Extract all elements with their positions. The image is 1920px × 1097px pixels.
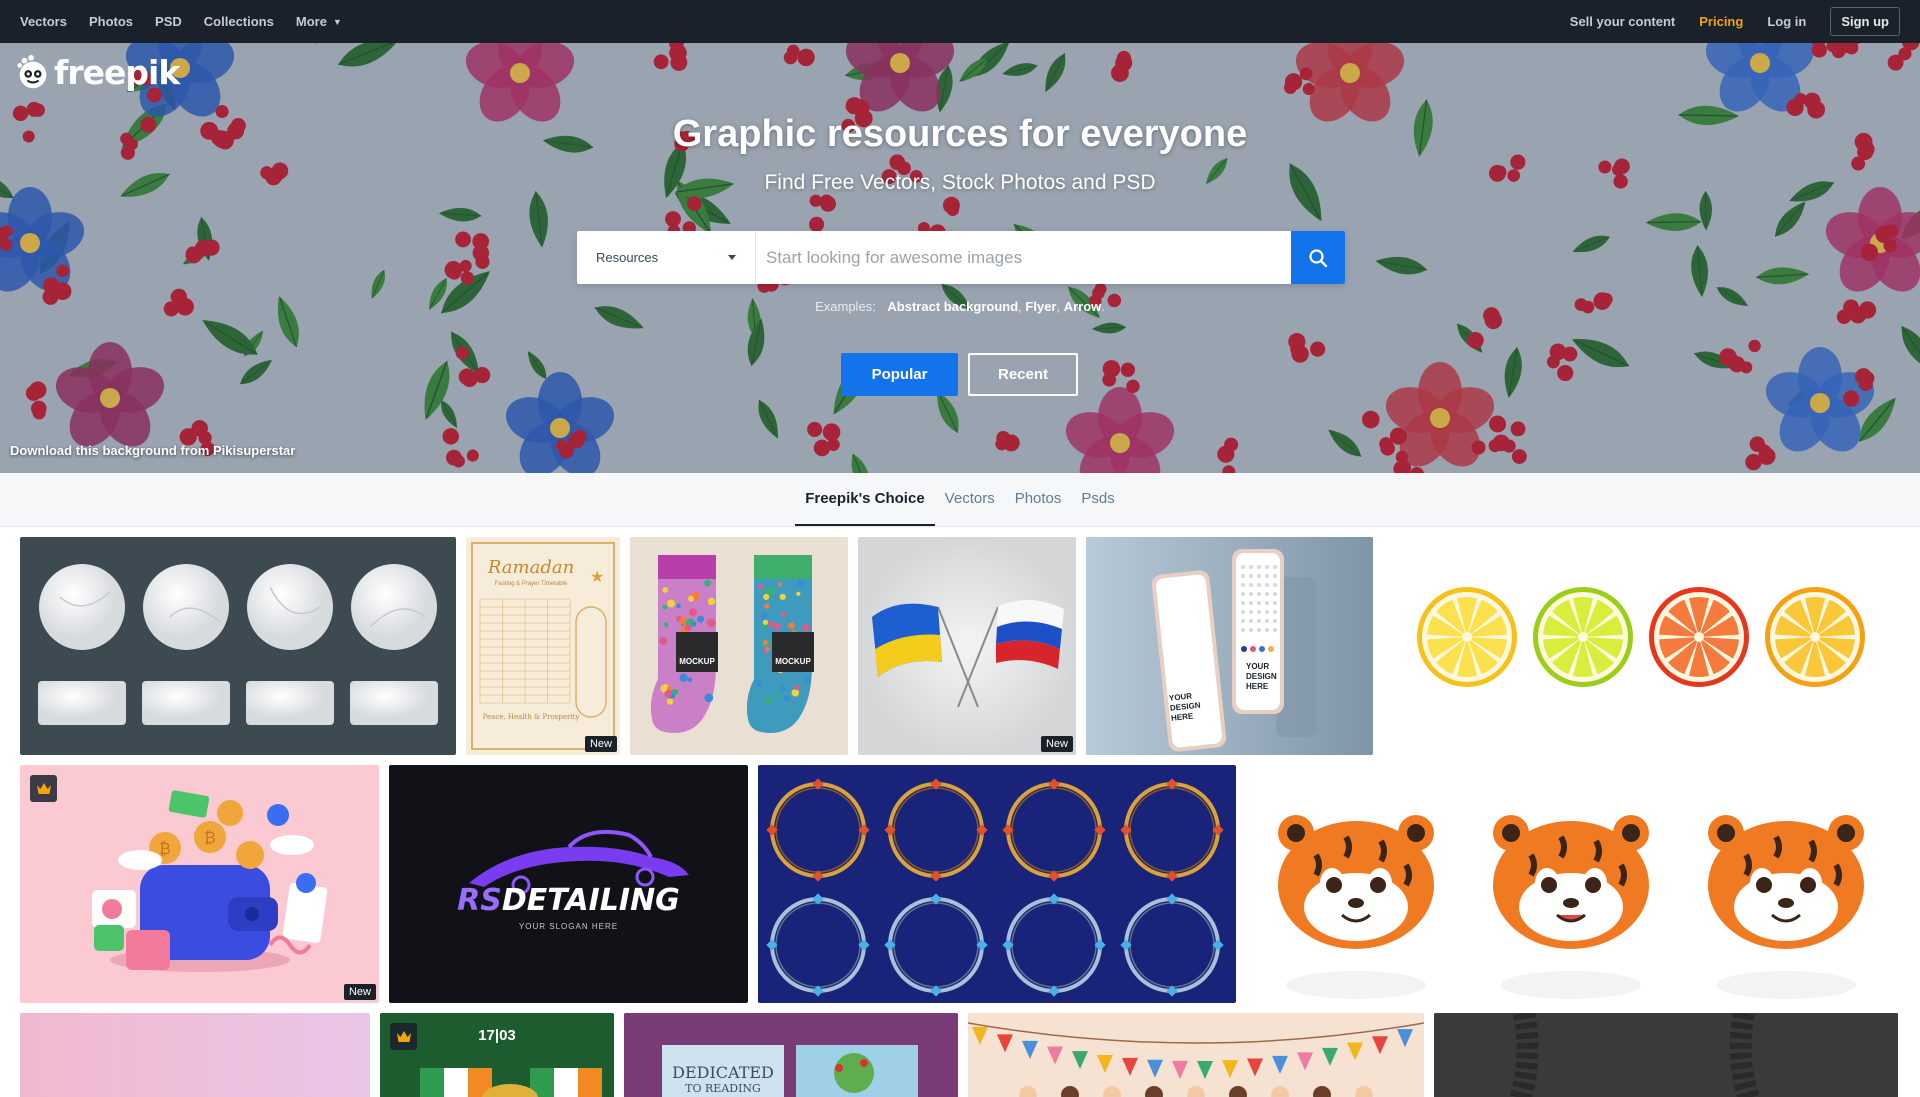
search-examples: Examples: Abstract background, Flyer, Ar…: [815, 299, 1105, 314]
sell-content-link[interactable]: Sell your content: [1570, 14, 1675, 29]
resource-tile-flags[interactable]: New: [858, 537, 1076, 755]
resource-tile-ramadan[interactable]: ★ Ramadan Fasting & Prayer Timetable Pea…: [466, 537, 620, 755]
nav-psd[interactable]: PSD: [155, 14, 182, 29]
chevron-down-icon: ▼: [332, 16, 342, 27]
resource-tile-stickers[interactable]: [20, 537, 456, 755]
example-link[interactable]: Flyer: [1025, 299, 1056, 314]
tab-freepiks-choice[interactable]: Freepik's Choice: [795, 473, 935, 526]
example-link[interactable]: Abstract background: [887, 299, 1018, 314]
socks-mockup-image: [650, 555, 814, 733]
resource-tile-phones[interactable]: YOUR DESIGN HERE YOUR DESIGN HERE: [1086, 537, 1373, 755]
search-button[interactable]: [1291, 231, 1345, 284]
resource-tile-tigers[interactable]: [1246, 765, 1898, 1003]
nav-left: Vectors Photos PSD Collections More ▼: [20, 14, 364, 29]
resource-tile-citrus[interactable]: [1383, 537, 1898, 755]
rs-logo-part1: RS: [457, 883, 502, 918]
new-badge: New: [584, 736, 617, 752]
tab-photos[interactable]: Photos: [1005, 473, 1072, 526]
sock-label-right: MOCKUP: [775, 657, 811, 666]
sock-label-left: MOCKUP: [679, 657, 715, 666]
hero-section: freepik Graphic resources for everyone F…: [0, 43, 1920, 473]
nav-more[interactable]: More ▼: [296, 14, 342, 29]
resource-tile-party[interactable]: [968, 1013, 1424, 1097]
freepik-logo[interactable]: freepik: [14, 53, 180, 92]
3d-wallet-crypto-image: ₿ ₿: [92, 790, 328, 972]
dropdown-caret-icon: [728, 255, 736, 260]
new-badge: New: [1040, 736, 1073, 752]
resource-tile-tire-tracks[interactable]: [1434, 1013, 1898, 1097]
cartoon-tigers-image: [1278, 815, 1864, 999]
popular-button[interactable]: Popular: [841, 353, 958, 396]
top-navigation: Vectors Photos PSD Collections More ▼ Sel…: [0, 0, 1920, 43]
book-title: DEDICATED: [672, 1063, 774, 1082]
background-credit: Download this background from Pikisupers…: [10, 443, 295, 458]
nav-collections[interactable]: Collections: [204, 14, 274, 29]
search-bar: Resources: [577, 231, 1345, 284]
ukraine-russia-flags-image: [858, 537, 1076, 755]
nav-vectors[interactable]: Vectors: [20, 14, 67, 29]
hero-subtitle: Find Free Vectors, Stock Photos and PSD: [764, 171, 1156, 194]
resource-tile-st-patricks[interactable]: 17|03: [380, 1013, 614, 1097]
rs-slogan: YOUR SLOGAN HERE: [518, 922, 619, 931]
ramadan-subtitle: Fasting & Prayer Timetable: [494, 581, 568, 587]
credit-author-link[interactable]: Pikisuperstar: [213, 443, 295, 458]
nav-photos[interactable]: Photos: [89, 14, 133, 29]
resource-tile-socks[interactable]: MOCKUP MOCKUP: [630, 537, 848, 755]
signup-button[interactable]: Sign up: [1830, 7, 1900, 36]
examples-label: Examples:: [815, 299, 876, 314]
resource-type-dropdown[interactable]: Resources: [577, 231, 756, 284]
resource-tile-rs-detailing[interactable]: RSDETAILING YOUR SLOGAN HERE: [389, 765, 748, 1003]
premium-crown-icon: [30, 775, 57, 802]
logo-wordmark: freepik: [54, 53, 180, 92]
resource-tile-books[interactable]: DEDICATED TO READING: [624, 1013, 958, 1097]
resource-tile-wallet[interactable]: ₿ ₿ New: [20, 765, 379, 1003]
pink-gradient-image: [20, 1013, 370, 1097]
tire-tracks-image: [1434, 1013, 1898, 1097]
citrus-slices-image: [1417, 587, 1865, 687]
nav-right: Sell your content Pricing Log in Sign up: [1546, 7, 1900, 36]
nav-more-label: More: [295, 14, 327, 29]
resource-tile-frames[interactable]: [758, 765, 1236, 1003]
svg-text:₿: ₿: [159, 839, 171, 858]
tab-vectors[interactable]: Vectors: [935, 473, 1005, 526]
svg-text:₿: ₿: [204, 828, 216, 847]
pricing-link[interactable]: Pricing: [1699, 14, 1743, 29]
party-garland-image: [968, 1022, 1424, 1097]
st-patricks-date: 17|03: [478, 1027, 516, 1044]
category-tabs: Freepik's Choice Vectors Photos Psds: [0, 473, 1920, 527]
new-badge: New: [343, 984, 376, 1000]
example-link[interactable]: Arrow: [1064, 299, 1102, 314]
phone-text-right: YOUR DESIGN HERE: [1246, 662, 1277, 691]
tab-psds[interactable]: Psds: [1071, 473, 1124, 526]
ramadan-title: Ramadan: [487, 557, 575, 578]
phone-text-left: YOUR DESIGN HERE: [1168, 691, 1202, 723]
book-subtitle: TO READING: [685, 1082, 761, 1095]
search-input[interactable]: [756, 231, 1291, 284]
credit-prefix: Download this background from: [10, 443, 210, 458]
recent-button[interactable]: Recent: [968, 353, 1078, 396]
hero-title: Graphic resources for everyone: [672, 113, 1248, 155]
phone-mockup-image: [1086, 537, 1373, 755]
search-icon: [1309, 248, 1328, 267]
login-link[interactable]: Log in: [1767, 14, 1806, 29]
rs-logo-part2: DETAILING: [501, 883, 680, 918]
freepik-logo-icon: [17, 54, 47, 88]
resource-tile-pink-gradient[interactable]: [20, 1013, 370, 1097]
ramadan-footer: Peace, Health & Prosperity: [482, 713, 580, 721]
paper-stickers-image: [38, 564, 438, 725]
game-frames-image: [766, 778, 1224, 997]
rs-logo-text: RSDETAILING: [389, 883, 748, 918]
resource-type-value: Resources: [596, 250, 659, 265]
